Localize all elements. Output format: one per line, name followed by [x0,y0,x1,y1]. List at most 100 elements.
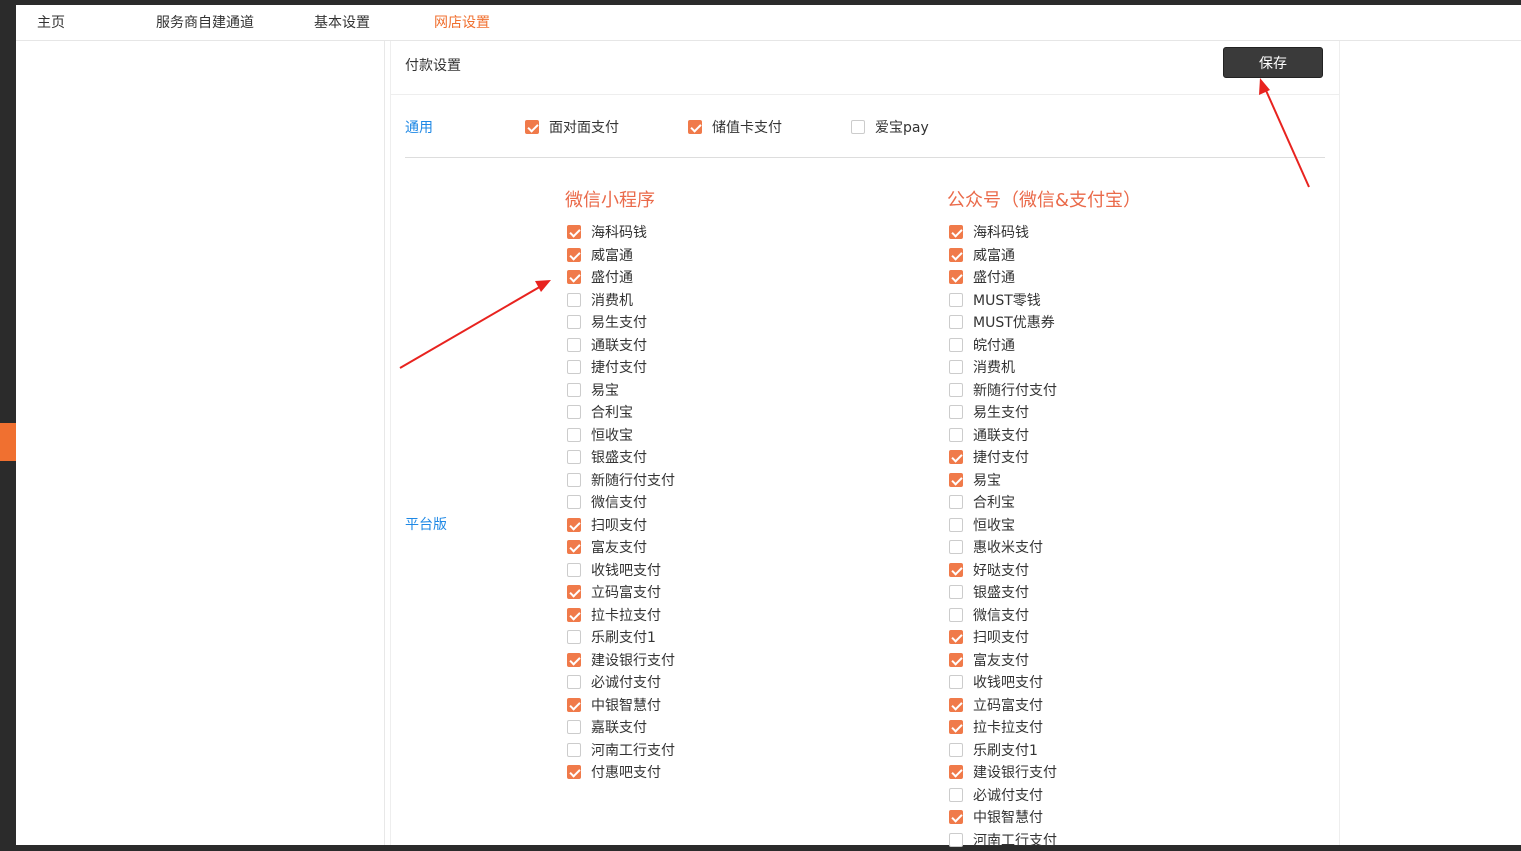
official-account-option-checkbox[interactable] [949,405,963,419]
official-account-option-checkbox[interactable] [949,450,963,464]
miniprogram-option-checkbox[interactable] [567,608,581,622]
official-account-option-item[interactable]: 皖付通 [949,334,1057,357]
official-account-option-checkbox[interactable] [949,473,963,487]
stored-value-card-checkbox[interactable] [688,120,702,134]
official-account-option-item[interactable]: 惠收米支付 [949,536,1057,559]
miniprogram-option-item[interactable]: 捷付支付 [567,356,675,379]
official-account-option-item[interactable]: 新随行付支付 [949,379,1057,402]
miniprogram-option-item[interactable]: 通联支付 [567,334,675,357]
official-account-option-item[interactable]: 必诚付支付 [949,784,1057,807]
miniprogram-option-item[interactable]: 合利宝 [567,401,675,424]
miniprogram-option-checkbox[interactable] [567,518,581,532]
official-account-option-item[interactable]: 银盛支付 [949,581,1057,604]
miniprogram-option-checkbox[interactable] [567,383,581,397]
official-account-option-checkbox[interactable] [949,653,963,667]
official-account-option-item[interactable]: 捷付支付 [949,446,1057,469]
official-account-option-checkbox[interactable] [949,698,963,712]
official-account-option-item[interactable]: 微信支付 [949,604,1057,627]
miniprogram-option-checkbox[interactable] [567,450,581,464]
miniprogram-option-checkbox[interactable] [567,540,581,554]
miniprogram-option-item[interactable]: 立码富支付 [567,581,675,604]
official-account-option-checkbox[interactable] [949,585,963,599]
official-account-option-item[interactable]: 扫呗支付 [949,626,1057,649]
official-account-option-item[interactable]: 易生支付 [949,401,1057,424]
miniprogram-option-item[interactable]: 中银智慧付 [567,694,675,717]
miniprogram-option-checkbox[interactable] [567,315,581,329]
official-account-option-checkbox[interactable] [949,428,963,442]
miniprogram-option-item[interactable]: 付惠吧支付 [567,761,675,784]
nav-tab-basic-settings[interactable]: 基本设置 [314,5,370,41]
miniprogram-option-item[interactable]: 银盛支付 [567,446,675,469]
miniprogram-option-item[interactable]: 新随行付支付 [567,469,675,492]
option-face-to-face[interactable]: 面对面支付 [525,117,619,137]
official-account-option-checkbox[interactable] [949,270,963,284]
nav-tab-home[interactable]: 主页 [37,5,65,41]
miniprogram-option-checkbox[interactable] [567,428,581,442]
official-account-option-item[interactable]: MUST优惠券 [949,311,1057,334]
miniprogram-option-checkbox[interactable] [567,495,581,509]
official-account-option-item[interactable]: 好哒支付 [949,559,1057,582]
miniprogram-option-checkbox[interactable] [567,675,581,689]
miniprogram-option-item[interactable]: 海科码钱 [567,221,675,244]
miniprogram-option-checkbox[interactable] [567,630,581,644]
miniprogram-option-checkbox[interactable] [567,293,581,307]
miniprogram-option-item[interactable]: 扫呗支付 [567,514,675,537]
miniprogram-option-checkbox[interactable] [567,585,581,599]
official-account-option-item[interactable]: 富友支付 [949,649,1057,672]
nav-tab-provider-channel[interactable]: 服务商自建通道 [156,5,254,41]
official-account-option-item[interactable]: MUST零钱 [949,289,1057,312]
official-account-option-checkbox[interactable] [949,720,963,734]
miniprogram-option-item[interactable]: 建设银行支付 [567,649,675,672]
official-account-option-checkbox[interactable] [949,383,963,397]
miniprogram-option-checkbox[interactable] [567,338,581,352]
official-account-option-checkbox[interactable] [949,788,963,802]
miniprogram-option-item[interactable]: 河南工行支付 [567,739,675,762]
official-account-option-checkbox[interactable] [949,675,963,689]
official-account-option-checkbox[interactable] [949,518,963,532]
official-account-option-item[interactable]: 海科码钱 [949,221,1057,244]
official-account-option-checkbox[interactable] [949,540,963,554]
official-account-option-checkbox[interactable] [949,743,963,757]
miniprogram-option-item[interactable]: 嘉联支付 [567,716,675,739]
official-account-option-checkbox[interactable] [949,338,963,352]
face-to-face-checkbox[interactable] [525,120,539,134]
miniprogram-option-checkbox[interactable] [567,225,581,239]
official-account-option-item[interactable]: 通联支付 [949,424,1057,447]
save-button[interactable]: 保存 [1223,47,1323,78]
option-aibao-pay[interactable]: 爱宝pay [851,117,929,137]
official-account-option-checkbox[interactable] [949,315,963,329]
miniprogram-option-checkbox[interactable] [567,473,581,487]
aibao-pay-checkbox[interactable] [851,120,865,134]
miniprogram-option-checkbox[interactable] [567,405,581,419]
miniprogram-option-checkbox[interactable] [567,248,581,262]
miniprogram-option-item[interactable]: 乐刷支付1 [567,626,675,649]
official-account-option-item[interactable]: 易宝 [949,469,1057,492]
official-account-option-checkbox[interactable] [949,293,963,307]
miniprogram-option-item[interactable]: 消费机 [567,289,675,312]
miniprogram-option-checkbox[interactable] [567,720,581,734]
official-account-option-item[interactable]: 中银智慧付 [949,806,1057,829]
official-account-option-item[interactable]: 河南工行支付 [949,829,1057,851]
miniprogram-option-checkbox[interactable] [567,698,581,712]
miniprogram-option-item[interactable]: 盛付通 [567,266,675,289]
official-account-option-item[interactable]: 拉卡拉支付 [949,716,1057,739]
official-account-option-checkbox[interactable] [949,608,963,622]
miniprogram-option-item[interactable]: 收钱吧支付 [567,559,675,582]
official-account-option-checkbox[interactable] [949,765,963,779]
official-account-option-checkbox[interactable] [949,563,963,577]
miniprogram-option-item[interactable]: 易生支付 [567,311,675,334]
miniprogram-option-item[interactable]: 易宝 [567,379,675,402]
miniprogram-option-item[interactable]: 必诚付支付 [567,671,675,694]
miniprogram-option-checkbox[interactable] [567,653,581,667]
official-account-option-item[interactable]: 建设银行支付 [949,761,1057,784]
official-account-option-checkbox[interactable] [949,810,963,824]
official-account-option-item[interactable]: 收钱吧支付 [949,671,1057,694]
official-account-option-item[interactable]: 合利宝 [949,491,1057,514]
miniprogram-option-checkbox[interactable] [567,270,581,284]
official-account-option-checkbox[interactable] [949,495,963,509]
miniprogram-option-checkbox[interactable] [567,563,581,577]
miniprogram-option-item[interactable]: 威富通 [567,244,675,267]
official-account-option-checkbox[interactable] [949,248,963,262]
official-account-option-item[interactable]: 盛付通 [949,266,1057,289]
official-account-option-item[interactable]: 乐刷支付1 [949,739,1057,762]
